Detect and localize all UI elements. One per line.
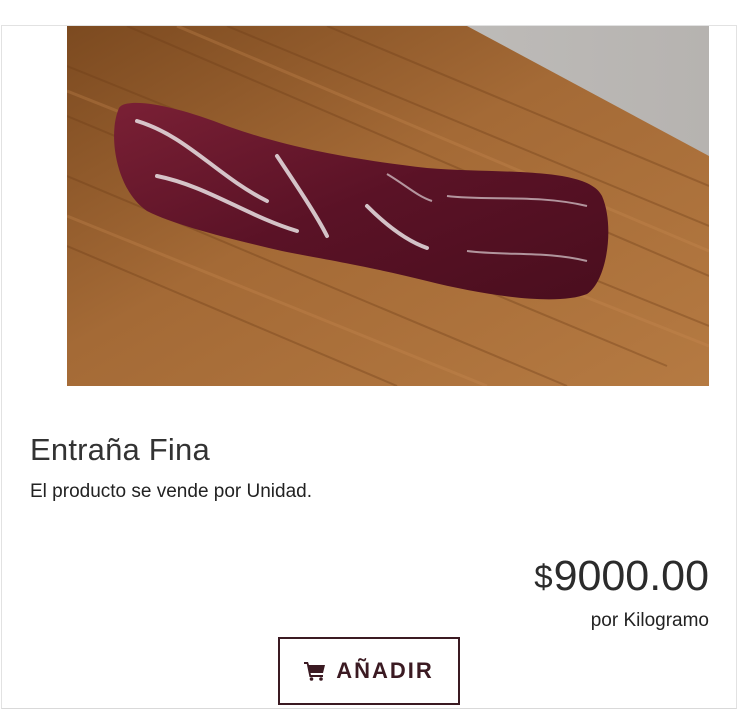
add-button-label: AÑADIR: [336, 658, 434, 683]
currency-symbol: $: [534, 558, 553, 595]
cart-icon: [304, 661, 326, 681]
product-image[interactable]: [67, 26, 709, 386]
price-unit: por Kilogramo: [590, 610, 709, 631]
price-value: 9000.00: [553, 552, 709, 600]
product-title: Entraña Fina: [30, 432, 210, 467]
product-price: $9000.00: [534, 552, 709, 601]
product-photo: [67, 26, 709, 386]
product-sale-info: El producto se vende por Unidad.: [30, 481, 313, 502]
add-to-cart-button[interactable]: AÑADIR: [278, 637, 460, 705]
